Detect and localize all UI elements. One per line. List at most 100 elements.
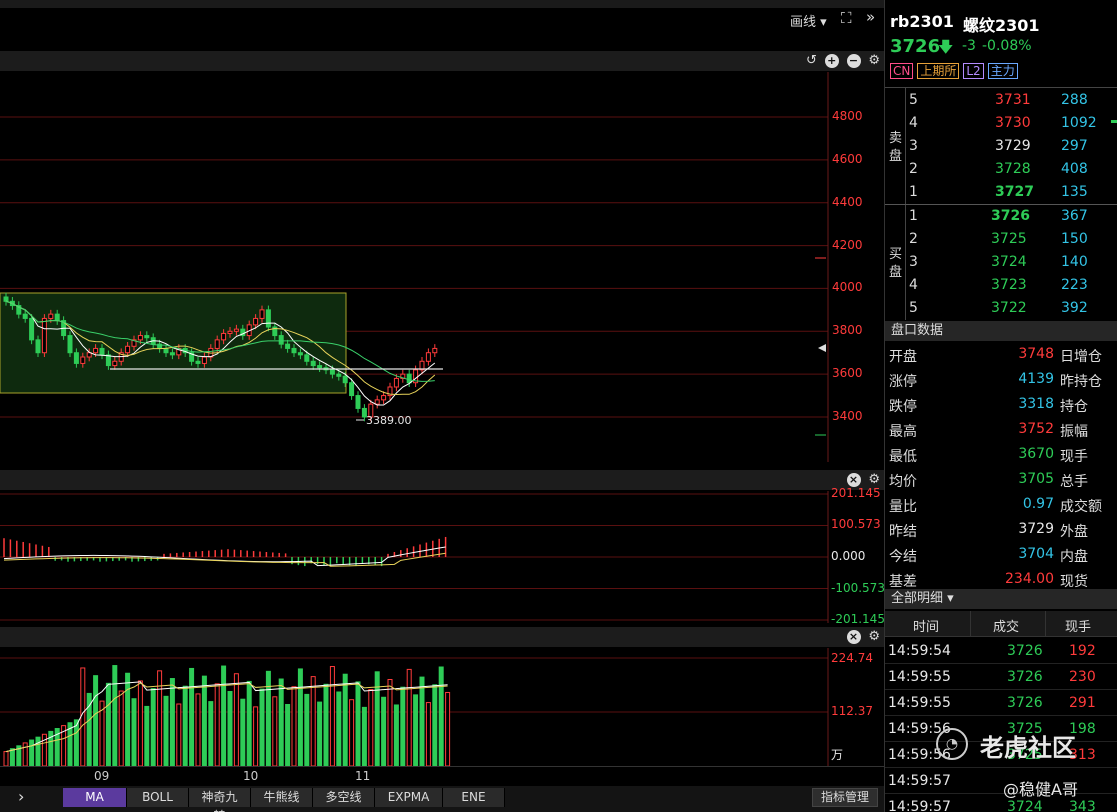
gear-icon[interactable]: ⚙ <box>868 629 880 644</box>
market-data-row: 今结 3704 内盘 <box>885 543 1117 568</box>
bid-row[interactable]: 4 3723 223 <box>885 275 1117 298</box>
ask-volume: 297 <box>1061 138 1088 154</box>
bid-volume: 140 <box>1061 254 1088 270</box>
chart-bg <box>0 72 828 462</box>
candle <box>54 313 60 322</box>
candle <box>253 317 259 326</box>
volume-bar <box>131 698 137 766</box>
volume-bar <box>214 683 220 766</box>
candle <box>41 317 47 354</box>
volume-bar <box>265 670 271 766</box>
candle <box>214 339 220 349</box>
tab-牛熊线[interactable]: 牛熊线 <box>251 788 313 807</box>
trade-time: 14:59:57 <box>888 773 951 789</box>
zoom-in-icon[interactable]: + <box>824 54 839 68</box>
market-data-row: 最高 3752 振幅 <box>885 418 1117 443</box>
price-tick: 4600 <box>832 151 863 166</box>
volume-bar <box>329 666 335 766</box>
bid-row[interactable]: 1 3726 367 <box>885 206 1117 229</box>
trades-filter-dropdown[interactable]: 全部明细 ▾ <box>885 589 1117 609</box>
macd-chart[interactable] <box>0 491 884 623</box>
volume-bar <box>137 680 143 766</box>
x-label-11: 11 <box>355 769 371 783</box>
double-chevron-right-icon[interactable]: » <box>866 8 875 26</box>
volume-bar <box>349 699 355 766</box>
bid-row[interactable]: 3 3724 140 <box>885 252 1117 275</box>
volume-bar <box>221 665 227 766</box>
volume-bar <box>195 693 201 766</box>
market-data-value: 3729 <box>1018 521 1054 537</box>
volume-bar <box>9 748 15 766</box>
chevron-right-icon[interactable]: › <box>18 787 24 806</box>
market-data-row: 昨结 3729 外盘 <box>885 518 1117 543</box>
price-chart[interactable]: 3389.00 <box>0 72 884 462</box>
indicator-manage-button[interactable]: 指标管理 <box>812 788 879 807</box>
volume-bar <box>118 690 124 766</box>
contract-name: 螺纹2301 <box>963 16 1040 35</box>
market-data-row: 涨停 4139 昨持仓 <box>885 368 1117 393</box>
volume-bar <box>323 683 329 766</box>
price-axis: 4800 4600 4400 4200 4000 3800 3600 3400 <box>828 72 884 462</box>
market-data-value: 3748 <box>1018 346 1054 362</box>
tiger-logo-icon: ◔ <box>936 728 968 760</box>
draw-line-button[interactable]: 画线 ▾ <box>790 11 827 30</box>
volume-bar <box>445 691 451 766</box>
tab-神奇九转[interactable]: 神奇九转 <box>189 788 251 812</box>
trade-price: 3726 <box>1007 669 1043 685</box>
market-data-label-right: 成交额 <box>1060 499 1102 515</box>
expand-icon[interactable]: ⛶ <box>841 9 852 27</box>
ask-row[interactable]: 1 3727 135 <box>885 182 1117 205</box>
price-change: -3 <box>962 38 976 54</box>
ask-price: 3727 <box>995 184 1034 200</box>
candle <box>259 309 265 319</box>
volume-bar <box>272 696 278 766</box>
volume-tick: 112.37 <box>831 704 873 718</box>
trade-time: 14:59:57 <box>888 799 951 812</box>
volume-bar <box>93 675 99 766</box>
trade-row: 14:59:55 3726 291 <box>885 690 1117 716</box>
market-data-label-right: 现手 <box>1060 449 1088 465</box>
volume-chart[interactable] <box>0 648 884 766</box>
price-tick: 4800 <box>832 109 863 123</box>
tab-boll[interactable]: BOLL <box>127 788 189 807</box>
tab-多空线[interactable]: 多空线 <box>313 788 375 807</box>
undo-icon[interactable]: ↺ <box>806 53 817 68</box>
volume-bar <box>355 681 361 766</box>
market-data-value: 234.00 <box>1005 571 1054 587</box>
x-axis: 09 10 11 <box>0 766 884 786</box>
close-icon[interactable]: × <box>846 473 861 487</box>
ask-price: 3729 <box>995 138 1031 154</box>
market-data-value: 4139 <box>1018 371 1054 387</box>
low-price-label: 3389.00 <box>366 414 412 427</box>
candle <box>22 313 28 319</box>
candle <box>144 335 150 339</box>
tab-ene[interactable]: ENE <box>443 788 505 807</box>
close-icon[interactable]: × <box>846 630 861 644</box>
tab-expma[interactable]: EXPMA <box>375 788 443 807</box>
macd-axis: 201.145 100.573 0.000 -100.573 -201.145 <box>828 486 884 626</box>
bid-row[interactable]: 5 3722 392 <box>885 298 1117 321</box>
zoom-out-icon[interactable]: − <box>846 54 861 68</box>
ask-row[interactable]: 3 3729 297 <box>885 136 1117 159</box>
bid-level: 4 <box>909 277 918 293</box>
volume-bar <box>35 736 41 766</box>
bid-row[interactable]: 2 3725 150 <box>885 229 1117 252</box>
volume-bar <box>105 682 111 766</box>
ask-row[interactable]: 2 3728 408 <box>885 159 1117 182</box>
candle <box>342 375 348 384</box>
candle <box>317 365 323 369</box>
badge-main: 主力 <box>987 63 1018 79</box>
candle <box>93 347 99 354</box>
ask-row[interactable]: 5 3731 288 <box>885 90 1117 113</box>
gear-icon[interactable]: ⚙ <box>868 472 880 487</box>
watermark-brand: 老虎社区 <box>980 734 1076 762</box>
candle <box>201 356 207 364</box>
gear-icon[interactable]: ⚙ <box>868 53 880 68</box>
macd-tick: -100.573 <box>831 580 884 595</box>
trade-price: 3726 <box>1007 695 1043 711</box>
ask-level: 4 <box>909 115 918 131</box>
ask-row[interactable]: 4 3730 1092 <box>885 113 1117 136</box>
market-data-label-right: 现货 <box>1060 574 1088 590</box>
volume-bar <box>310 676 316 766</box>
tab-ma[interactable]: MA <box>63 788 127 807</box>
